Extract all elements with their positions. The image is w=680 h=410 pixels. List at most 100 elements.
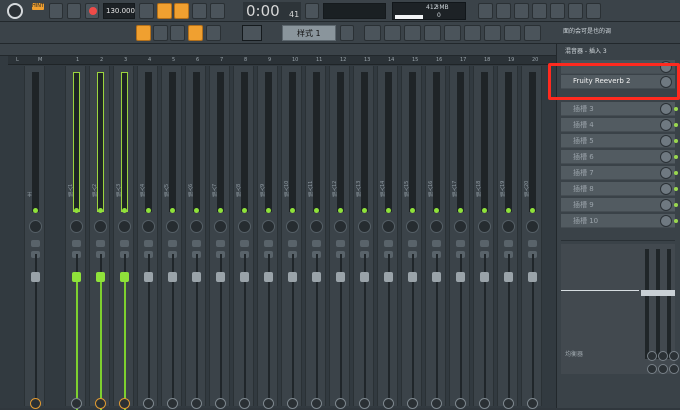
eq-slider-2[interactable] bbox=[656, 249, 660, 359]
pan-knob[interactable] bbox=[262, 220, 275, 233]
stereo-separation-knob[interactable] bbox=[480, 240, 489, 247]
volume-fader[interactable] bbox=[336, 272, 345, 282]
piano-roll-button[interactable] bbox=[384, 25, 401, 41]
pan-knob[interactable] bbox=[358, 220, 371, 233]
slot-knob-icon[interactable] bbox=[660, 215, 672, 227]
slot-knob-icon[interactable] bbox=[660, 135, 672, 147]
tool-button[interactable] bbox=[524, 25, 541, 41]
download-button[interactable] bbox=[504, 25, 521, 41]
volume-fader[interactable] bbox=[456, 272, 465, 282]
pattern-selector[interactable]: 样式 1 bbox=[282, 25, 336, 41]
stereo-separation-knob[interactable] bbox=[408, 240, 417, 247]
eq-knob[interactable] bbox=[647, 364, 657, 374]
route-knob[interactable] bbox=[479, 398, 490, 409]
volume-fader[interactable] bbox=[432, 272, 441, 282]
pan-knob[interactable] bbox=[238, 220, 251, 233]
effect-slot-4[interactable]: 插槽 4 bbox=[561, 118, 678, 132]
mixer-insert-strip[interactable]: 插入15 bbox=[401, 66, 422, 409]
effect-slot-6[interactable]: 插槽 6 bbox=[561, 150, 678, 164]
stereo-separation-knob[interactable] bbox=[360, 240, 369, 247]
slot-knob-icon[interactable] bbox=[660, 103, 672, 115]
route-knob[interactable] bbox=[191, 398, 202, 409]
slot-knob-icon[interactable] bbox=[660, 199, 672, 211]
mute-led[interactable] bbox=[410, 208, 415, 213]
route-knob[interactable] bbox=[431, 398, 442, 409]
mute-led[interactable] bbox=[242, 208, 247, 213]
draw-tool-button[interactable] bbox=[153, 25, 168, 41]
pan-knob[interactable] bbox=[334, 220, 347, 233]
link-button[interactable] bbox=[305, 3, 319, 19]
stereo-separation-knob[interactable] bbox=[504, 240, 513, 247]
effect-slot-9[interactable]: 插槽 9 bbox=[561, 198, 678, 212]
select-tool-button[interactable] bbox=[206, 25, 221, 41]
effect-slot-5[interactable]: 插槽 5 bbox=[561, 134, 678, 148]
slot-knob-icon[interactable] bbox=[660, 183, 672, 195]
stereo-separation-knob[interactable] bbox=[144, 240, 153, 247]
route-knob[interactable] bbox=[503, 398, 514, 409]
route-knob[interactable] bbox=[455, 398, 466, 409]
mixer-insert-strip[interactable]: 插入4 bbox=[137, 66, 158, 409]
volume-fader[interactable] bbox=[72, 272, 81, 282]
mute-led[interactable] bbox=[338, 208, 343, 213]
route-knob[interactable] bbox=[30, 398, 41, 409]
link-tool-button[interactable] bbox=[188, 25, 203, 41]
mute-led[interactable] bbox=[290, 208, 295, 213]
pan-knob[interactable] bbox=[478, 220, 491, 233]
volume-fader[interactable] bbox=[408, 272, 417, 282]
pan-knob[interactable] bbox=[190, 220, 203, 233]
pan-knob[interactable] bbox=[310, 220, 323, 233]
mic-button[interactable] bbox=[532, 3, 547, 19]
mixer-master-strip[interactable]: 主 bbox=[24, 66, 45, 409]
stereo-separation-knob[interactable] bbox=[192, 240, 201, 247]
stereo-separation-knob[interactable] bbox=[288, 240, 297, 247]
eq-knob[interactable] bbox=[658, 351, 668, 361]
volume-fader[interactable] bbox=[312, 272, 321, 282]
mute-led[interactable] bbox=[458, 208, 463, 213]
browser-button[interactable] bbox=[444, 25, 461, 41]
volume-fader[interactable] bbox=[216, 272, 225, 282]
pan-knob[interactable] bbox=[430, 220, 443, 233]
pan-knob[interactable] bbox=[286, 220, 299, 233]
eq-knob[interactable] bbox=[669, 364, 679, 374]
pan-knob[interactable] bbox=[166, 220, 179, 233]
mute-led[interactable] bbox=[122, 208, 127, 213]
stereo-separation-knob[interactable] bbox=[264, 240, 273, 247]
route-knob[interactable] bbox=[335, 398, 346, 409]
route-knob[interactable] bbox=[143, 398, 154, 409]
mixer-insert-strip[interactable]: 插入1 bbox=[65, 66, 86, 410]
metronome-button[interactable] bbox=[139, 3, 154, 19]
mute-led[interactable] bbox=[33, 208, 38, 213]
stereo-separation-knob[interactable] bbox=[120, 240, 129, 247]
mixer-insert-strip[interactable]: 插入18 bbox=[473, 66, 494, 409]
brush-tool-button[interactable] bbox=[170, 25, 185, 41]
pan-knob[interactable] bbox=[142, 220, 155, 233]
pattern-song-mode-button[interactable] bbox=[157, 3, 172, 19]
route-knob[interactable] bbox=[287, 398, 298, 409]
pan-knob[interactable] bbox=[214, 220, 227, 233]
stereo-separation-knob[interactable] bbox=[336, 240, 345, 247]
volume-fader[interactable] bbox=[240, 272, 249, 282]
volume-fader[interactable] bbox=[120, 272, 129, 282]
route-knob[interactable] bbox=[383, 398, 394, 409]
mute-led[interactable] bbox=[266, 208, 271, 213]
volume-fader[interactable] bbox=[528, 272, 537, 282]
pattern-display[interactable] bbox=[242, 25, 262, 41]
mute-led[interactable] bbox=[170, 208, 175, 213]
pan-knob[interactable] bbox=[526, 220, 539, 233]
loop-record-button[interactable] bbox=[210, 3, 225, 19]
eq-handle-3[interactable] bbox=[663, 290, 675, 296]
mixer-insert-strip[interactable]: 插入6 bbox=[185, 66, 206, 409]
pan-knob[interactable] bbox=[454, 220, 467, 233]
stereo-separation-knob[interactable] bbox=[31, 240, 40, 247]
route-knob[interactable] bbox=[71, 398, 82, 409]
volume-fader[interactable] bbox=[168, 272, 177, 282]
mixer-insert-strip[interactable]: 插入12 bbox=[329, 66, 350, 409]
mixer-insert-strip[interactable]: 插入11 bbox=[305, 66, 326, 409]
save-button[interactable] bbox=[568, 3, 583, 19]
eq-slider-3[interactable] bbox=[667, 249, 671, 359]
mixer-button[interactable] bbox=[424, 25, 441, 41]
volume-fader[interactable] bbox=[360, 272, 369, 282]
mute-led[interactable] bbox=[482, 208, 487, 213]
slot-knob-icon[interactable] bbox=[660, 151, 672, 163]
stereo-separation-knob[interactable] bbox=[216, 240, 225, 247]
